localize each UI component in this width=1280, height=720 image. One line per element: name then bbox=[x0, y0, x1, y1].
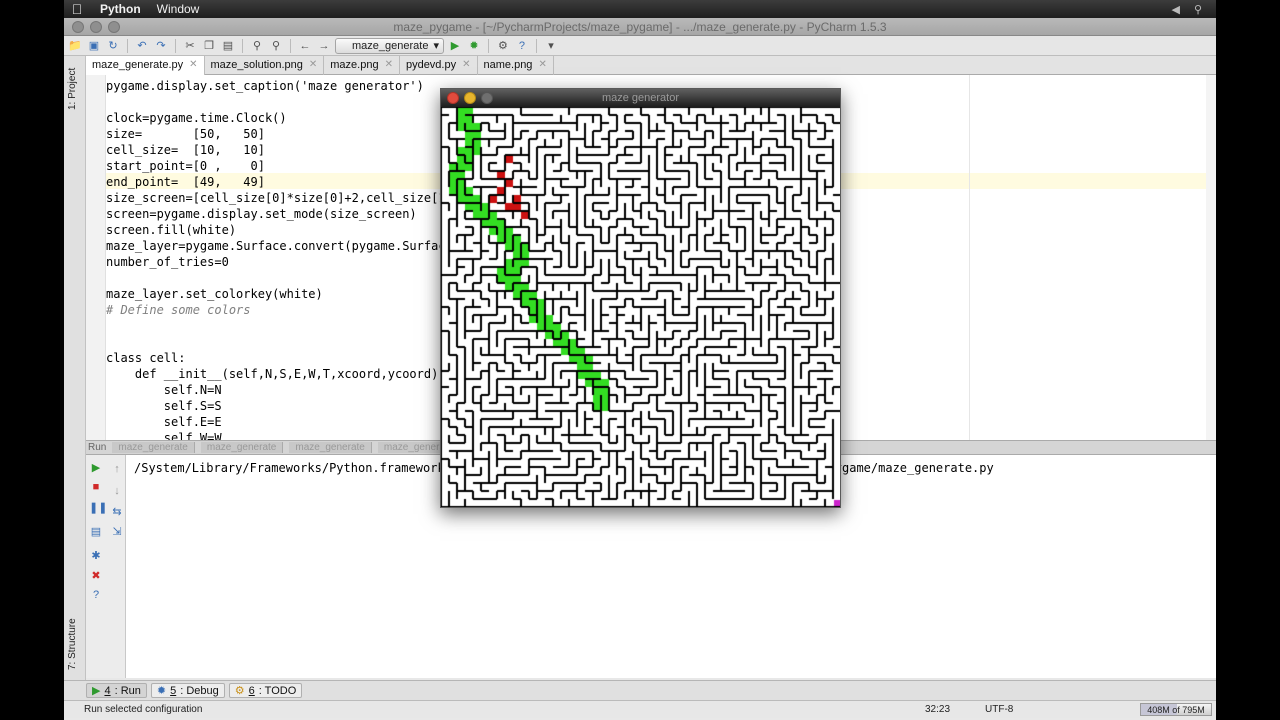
run-tab[interactable]: maze_generate bbox=[112, 442, 195, 453]
run-tab[interactable]: maze_generate bbox=[200, 442, 284, 453]
run-panel-toolbar: ▶ ↑ ■ ↓ ❚❚ ⇆ ▤ ⇲ ✱ ✖ ? bbox=[86, 455, 126, 678]
open-folder-icon[interactable]: 📁 bbox=[67, 38, 83, 54]
left-tool-strip: 1: Project 7: Structure bbox=[64, 56, 86, 686]
debug-icon: ✹ bbox=[156, 685, 167, 697]
run-icon: ▶ bbox=[92, 685, 101, 697]
toolbar-divider bbox=[535, 38, 537, 53]
toolbar-divider bbox=[290, 38, 291, 53]
replace-icon[interactable]: ⚲ bbox=[268, 38, 284, 54]
run-tool-tab[interactable]: ▶ 4: Run bbox=[86, 683, 147, 698]
tab-name-png[interactable]: name.png ✕ bbox=[478, 56, 554, 75]
pause-icon[interactable]: ❚❚ bbox=[89, 501, 107, 514]
maze-canvas bbox=[441, 107, 840, 507]
save-icon[interactable]: ▣ bbox=[86, 38, 102, 54]
menu-window[interactable]: Window bbox=[151, 2, 206, 16]
forward-icon[interactable]: → bbox=[316, 38, 332, 54]
todo-icon: ⚙ bbox=[234, 685, 245, 697]
tab-maze-solution[interactable]: maze_solution.png ✕ bbox=[205, 56, 325, 75]
main-toolbar: 📁 ▣ ↻ ↶ ↷ ✂ ❐ ▤ ⚲ ⚲ ← → maze_generate ▾ … bbox=[64, 36, 1216, 56]
chevron-down-icon: ▾ bbox=[433, 40, 439, 52]
right-margin-line bbox=[969, 75, 970, 440]
toolbar-divider bbox=[487, 38, 489, 53]
scroll-up-icon[interactable]: ↑ bbox=[110, 463, 124, 475]
structure-panel-tab[interactable]: 7: Structure bbox=[67, 618, 78, 670]
tab-maze-png[interactable]: maze.png ✕ bbox=[324, 56, 400, 75]
tab-label: maze_solution.png bbox=[210, 59, 303, 71]
mac-menubar:  Python Window ◀ ⚲ bbox=[64, 0, 1216, 18]
run-tab[interactable]: maze_generate bbox=[289, 442, 372, 453]
stop-icon[interactable]: ■ bbox=[89, 481, 103, 493]
tool-window-tabs: ▶ 4: Run ✹ 5: Debug ⚙ 6: TODO bbox=[64, 680, 1216, 700]
run-icon[interactable]: ▶ bbox=[447, 38, 463, 54]
tab-label: maze_generate.py bbox=[92, 59, 184, 71]
tool-tab-number: 5 bbox=[170, 684, 177, 697]
close-icon[interactable]: ✕ bbox=[462, 59, 470, 75]
status-message: Run selected configuration bbox=[84, 704, 203, 715]
apple-menu-icon[interactable]:  bbox=[64, 1, 90, 17]
debug-icon[interactable]: ✹ bbox=[466, 38, 482, 54]
scroll-down-icon[interactable]: ↓ bbox=[110, 485, 124, 497]
help-icon[interactable]: ? bbox=[514, 38, 530, 54]
status-bar: Run selected configuration 32:23 UTF-8 4… bbox=[64, 700, 1216, 718]
desktop-screen:  Python Window ◀ ⚲ maze_pygame - [~/Pyc… bbox=[64, 0, 1216, 720]
dump-threads-icon[interactable]: ▤ bbox=[89, 525, 103, 538]
help-icon[interactable]: ? bbox=[89, 589, 103, 601]
run-panel-label: Run bbox=[88, 442, 107, 453]
toolbar-divider bbox=[127, 38, 128, 53]
export-icon[interactable]: ⇲ bbox=[110, 525, 124, 538]
tool-tab-number: 6 bbox=[248, 684, 255, 697]
tab-maze-generate[interactable]: maze_generate.py ✕ bbox=[86, 56, 205, 75]
memory-usage-text: 408M of 795M bbox=[1147, 705, 1205, 715]
close-icon[interactable]: ✕ bbox=[385, 59, 393, 75]
todo-tool-tab[interactable]: ⚙ 6: TODO bbox=[228, 683, 303, 698]
run-config-label: maze_generate bbox=[352, 39, 429, 52]
undo-icon[interactable]: ↶ bbox=[134, 38, 150, 54]
close-icon[interactable]: ✕ bbox=[309, 59, 317, 75]
menu-python[interactable]: Python bbox=[90, 2, 151, 16]
close-icon[interactable]: ✕ bbox=[538, 59, 546, 75]
tool-tab-label: : Debug bbox=[180, 684, 219, 697]
sync-icon[interactable]: ↻ bbox=[105, 38, 121, 54]
menubar-status-icons: ◀ ⚲ bbox=[1171, 3, 1216, 16]
close-icon[interactable]: ✖ bbox=[89, 569, 103, 582]
caret-position[interactable]: 32:23 bbox=[925, 704, 950, 715]
soft-wrap-icon[interactable]: ⇆ bbox=[110, 505, 124, 518]
settings-icon[interactable]: ⚙ bbox=[495, 38, 511, 54]
volume-icon[interactable]: ◀ bbox=[1171, 3, 1179, 16]
pin-icon[interactable]: ✱ bbox=[89, 549, 103, 562]
file-encoding[interactable]: UTF-8 bbox=[985, 704, 1013, 715]
rerun-icon[interactable]: ▶ bbox=[89, 461, 103, 474]
tool-tab-label: : TODO bbox=[258, 684, 297, 697]
tab-label: maze.png bbox=[330, 59, 379, 71]
maze-generator-window[interactable]: maze generator bbox=[440, 88, 841, 508]
toolbar-divider bbox=[175, 38, 176, 53]
maze-window-title: maze generator bbox=[601, 92, 680, 104]
search-icon[interactable]: ⚲ bbox=[1194, 3, 1202, 16]
editor-scrollbar[interactable] bbox=[1206, 75, 1216, 440]
editor-tab-bar: maze_generate.py ✕ maze_solution.png ✕ maz… bbox=[86, 56, 1216, 75]
editor-gutter bbox=[86, 75, 106, 440]
window-titlebar: maze_pygame - [~/PycharmProjects/maze_py… bbox=[64, 18, 1216, 36]
copy-icon[interactable]: ❐ bbox=[201, 38, 217, 54]
tab-label: pydevd.py bbox=[405, 59, 457, 71]
back-icon[interactable]: ← bbox=[297, 38, 313, 54]
window-title: maze_pygame - [~/PycharmProjects/maze_py… bbox=[393, 20, 887, 34]
paste-icon[interactable]: ▤ bbox=[220, 38, 236, 54]
cut-icon[interactable]: ✂ bbox=[182, 38, 198, 54]
tab-pydevd[interactable]: pydevd.py ✕ bbox=[400, 56, 478, 75]
redo-icon[interactable]: ↷ bbox=[153, 38, 169, 54]
close-icon[interactable]: ✕ bbox=[189, 59, 197, 75]
toolbar-divider bbox=[242, 38, 243, 53]
memory-indicator[interactable]: 408M of 795M bbox=[1140, 703, 1212, 716]
debug-tool-tab[interactable]: ✹ 5: Debug bbox=[150, 683, 225, 698]
tab-label: name.png bbox=[483, 59, 533, 71]
maze-window-titlebar: maze generator bbox=[441, 89, 840, 107]
project-panel-tab[interactable]: 1: Project bbox=[67, 68, 78, 110]
more-dropdown-icon[interactable]: ▾ bbox=[543, 38, 559, 54]
tool-tab-number: 4 bbox=[104, 684, 111, 697]
find-icon[interactable]: ⚲ bbox=[249, 38, 265, 54]
run-configuration-select[interactable]: maze_generate ▾ bbox=[335, 37, 444, 54]
tool-tab-label: : Run bbox=[114, 684, 141, 697]
